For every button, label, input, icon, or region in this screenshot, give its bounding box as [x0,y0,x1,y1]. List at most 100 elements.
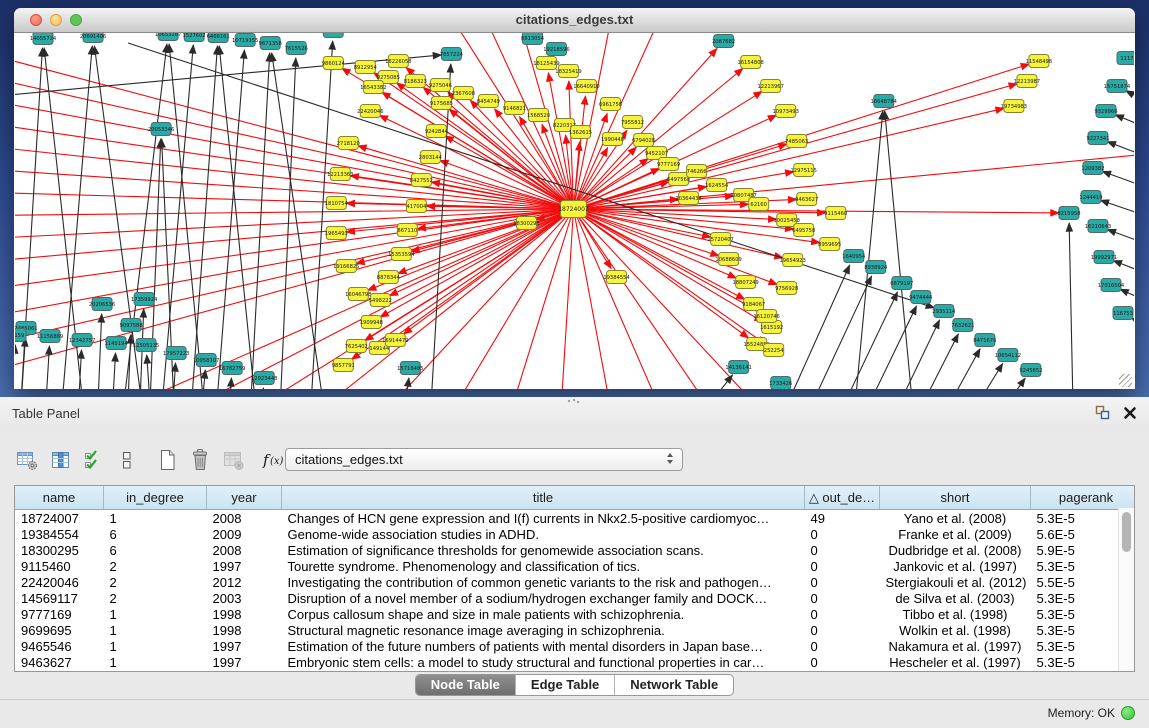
column-header-year[interactable]: year [207,486,282,510]
new-table-icon[interactable] [154,446,181,474]
cell-out_degree[interactable]: 0 [805,542,880,558]
cell-year[interactable]: 2008 [207,542,282,558]
cell-name[interactable]: 14569117 [15,590,104,606]
cell-out_degree[interactable]: 0 [805,622,880,638]
column-header-out_degree[interactable]: △ out_de… [805,486,880,510]
cell-in_degree[interactable]: 1 [104,638,207,654]
cell-name[interactable]: 22420046 [15,574,104,590]
show-columns-icon[interactable] [47,446,74,474]
cell-short[interactable]: Yano et al. (2008) [880,510,1031,527]
cell-year[interactable]: 1997 [207,558,282,574]
cell-year[interactable]: 1997 [207,638,282,654]
cell-in_degree[interactable]: 6 [104,542,207,558]
cell-title[interactable]: Embryonic stem cells: a model to study s… [282,654,805,670]
cell-in_degree[interactable]: 1 [104,622,207,638]
cell-year[interactable]: 1998 [207,622,282,638]
close-window-button[interactable] [30,14,42,26]
cell-short[interactable]: Nakamura et al. (1997) [880,638,1031,654]
row-selection-icon[interactable] [113,446,140,474]
minimize-window-button[interactable] [50,14,62,26]
cell-title[interactable]: Structural magnetic resonance image aver… [282,622,805,638]
cell-title[interactable]: Tourette syndrome. Phenomenology and cla… [282,558,805,574]
table-scrollbar-thumb[interactable] [1122,512,1131,552]
delete-table-icon[interactable] [187,446,214,474]
window-titlebar[interactable]: citations_edges.txt [14,8,1135,33]
network-table-select[interactable]: citations_edges.txt [285,448,683,471]
cell-title[interactable]: Estimation of significance thresholds fo… [282,542,805,558]
cell-short[interactable]: Hescheler et al. (1997) [880,654,1031,670]
cell-title[interactable]: Genome-wide association studies in ADHD. [282,526,805,542]
cell-title[interactable]: Corpus callosum shape and size in male p… [282,606,805,622]
resize-grip-icon[interactable] [1119,374,1132,387]
network-view-window[interactable]: citations_edges.txt 98601248912954182260… [14,8,1135,389]
table-scrollbar[interactable] [1118,508,1134,671]
close-panel-icon[interactable] [1123,406,1137,425]
cell-in_degree[interactable]: 1 [104,606,207,622]
column-header-pagerank[interactable]: pagerank [1031,486,1136,510]
table-row[interactable]: 2242004622012Investigating the contribut… [15,574,1135,590]
cell-out_degree[interactable]: 49 [805,510,880,527]
cell-out_degree[interactable]: 0 [805,558,880,574]
select-all-icon[interactable] [80,446,107,474]
cell-in_degree[interactable]: 1 [104,654,207,670]
cell-out_degree[interactable]: 0 [805,574,880,590]
cell-title[interactable]: Changes of HCN gene expression and I(f) … [282,510,805,527]
cell-out_degree[interactable]: 0 [805,606,880,622]
cell-name[interactable]: 9777169 [15,606,104,622]
cell-short[interactable]: Franke et al. (2009) [880,526,1031,542]
cell-short[interactable]: Stergiakouli et al. (2012) [880,574,1031,590]
cell-name[interactable]: 19384554 [15,526,104,542]
cell-out_degree[interactable]: 0 [805,526,880,542]
column-header-title[interactable]: title [282,486,805,510]
float-panel-icon[interactable] [1095,405,1110,425]
column-header-name[interactable]: name [15,486,104,510]
cell-year[interactable]: 2009 [207,526,282,542]
cell-short[interactable]: Tibbo et al. (1998) [880,606,1031,622]
table-row[interactable]: 911546021997Tourette syndrome. Phenomeno… [15,558,1135,574]
cell-in_degree[interactable]: 2 [104,558,207,574]
cell-in_degree[interactable]: 1 [104,510,207,527]
cell-short[interactable]: Jankovic et al. (1997) [880,558,1031,574]
cell-title[interactable]: Investigating the contribution of common… [282,574,805,590]
splitter-handle[interactable] [566,398,580,404]
column-header-short[interactable]: short [880,486,1031,510]
column-header-in_degree[interactable]: in_degree [104,486,207,510]
cell-year[interactable]: 1998 [207,606,282,622]
cell-year[interactable]: 2003 [207,590,282,606]
table-row[interactable]: 977716911998Corpus callosum shape and si… [15,606,1135,622]
tab-node-table[interactable]: Node Table [416,675,516,695]
cell-name[interactable]: 9463627 [15,654,104,670]
cell-name[interactable]: 18724007 [15,510,104,527]
function-builder-icon[interactable]: f (x) [261,446,288,474]
memory-status-indicator[interactable] [1121,706,1135,720]
cell-short[interactable]: de Silva et al. (2003) [880,590,1031,606]
cell-name[interactable]: 9465546 [15,638,104,654]
table-row[interactable]: 946554611997Estimation of the future num… [15,638,1135,654]
zoom-window-button[interactable] [70,14,82,26]
cell-name[interactable]: 18300295 [15,542,104,558]
table-row[interactable]: 1456911722003Disruption of a novel membe… [15,590,1135,606]
tab-network-table[interactable]: Network Table [615,675,733,695]
cell-out_degree[interactable]: 0 [805,638,880,654]
table-row[interactable]: 1938455462009Genome-wide association stu… [15,526,1135,542]
cell-out_degree[interactable]: 0 [805,590,880,606]
cell-title[interactable]: Disruption of a novel member of a sodium… [282,590,805,606]
cell-in_degree[interactable]: 6 [104,526,207,542]
cell-short[interactable]: Dudbridge et al. (2008) [880,542,1031,558]
cell-short[interactable]: Wolkin et al. (1998) [880,622,1031,638]
network-canvas[interactable]: 9860124891295418226058927508516543382818… [15,33,1134,389]
cell-title[interactable]: Estimation of the future numbers of pati… [282,638,805,654]
cell-name[interactable]: 9115460 [15,558,104,574]
citation-network-graph[interactable]: 9860124891295418226058927508516543382818… [15,33,1134,389]
table-row[interactable]: 1830029562008Estimation of significance … [15,542,1135,558]
cell-year[interactable]: 2012 [207,574,282,590]
cell-in_degree[interactable]: 2 [104,590,207,606]
tab-edge-table[interactable]: Edge Table [516,675,615,695]
table-options-icon[interactable] [14,446,41,474]
table-row[interactable]: 946362711997Embryonic stem cells: a mode… [15,654,1135,670]
cell-year[interactable]: 2008 [207,510,282,527]
table-row[interactable]: 1872400712008Changes of HCN gene express… [15,510,1135,527]
cell-name[interactable]: 9699695 [15,622,104,638]
cell-in_degree[interactable]: 2 [104,574,207,590]
cell-out_degree[interactable]: 0 [805,654,880,670]
